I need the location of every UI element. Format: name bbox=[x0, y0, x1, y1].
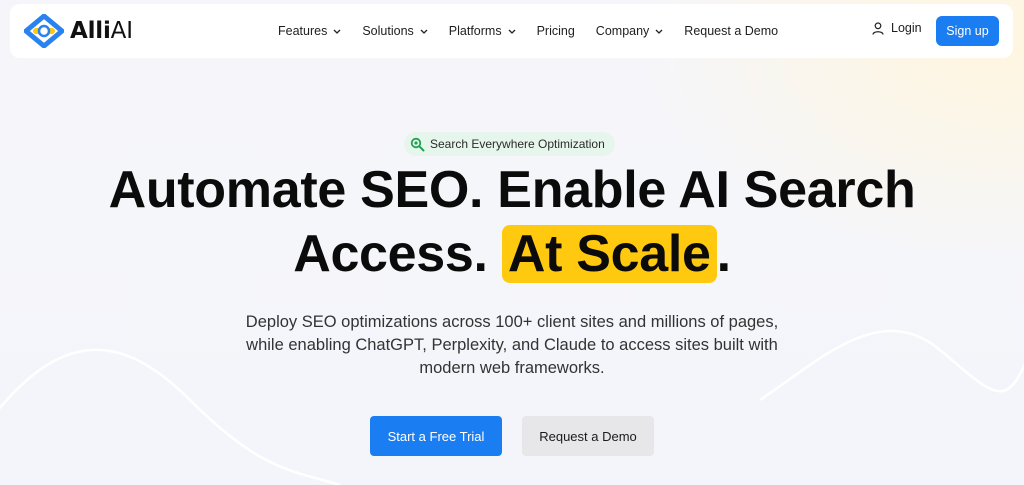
nav-item-features[interactable]: Features bbox=[278, 24, 341, 38]
request-demo-button[interactable]: Request a Demo bbox=[522, 416, 654, 456]
chevron-down-icon bbox=[420, 29, 428, 34]
headline-highlight: At Scale bbox=[501, 225, 717, 283]
main-nav: Features Solutions Platforms Pricing Com… bbox=[278, 4, 799, 58]
hero-badge-text: Search Everywhere Optimization bbox=[430, 137, 605, 151]
chevron-down-icon bbox=[655, 29, 663, 34]
nav-item-platforms[interactable]: Platforms bbox=[449, 24, 516, 38]
nav-item-label: Solutions bbox=[362, 24, 414, 38]
alliai-logo-icon bbox=[24, 14, 64, 48]
headline-line-2-start: Access. bbox=[293, 225, 488, 283]
nav-item-label: Pricing bbox=[536, 24, 575, 38]
headline-line-1: Automate SEO. Enable AI Search bbox=[108, 161, 916, 219]
signup-button[interactable]: Sign up bbox=[936, 16, 999, 46]
hero-badge: Search Everywhere Optimization bbox=[404, 132, 615, 156]
headline-line-2-end: . bbox=[716, 225, 731, 283]
search-magnifier-icon bbox=[410, 137, 425, 151]
nav-item-company[interactable]: Company bbox=[596, 24, 664, 38]
login-label: Login bbox=[891, 21, 922, 35]
chevron-down-icon bbox=[508, 29, 516, 34]
nav-item-label: Request a Demo bbox=[684, 24, 779, 38]
brand-logo[interactable]: AlliAI bbox=[24, 14, 133, 48]
login-link[interactable]: Login bbox=[872, 21, 922, 35]
nav-item-pricing[interactable]: Pricing bbox=[537, 24, 575, 38]
start-free-trial-button[interactable]: Start a Free Trial bbox=[370, 416, 502, 456]
nav-item-label: Company bbox=[595, 24, 650, 38]
hero-subtitle: Deploy SEO optimizations across 100+ cli… bbox=[245, 313, 779, 377]
nav-item-label: Platforms bbox=[448, 24, 502, 38]
nav-item-label: Features bbox=[278, 24, 328, 38]
chevron-down-icon bbox=[333, 29, 341, 34]
nav-item-request-demo[interactable]: Request a Demo bbox=[684, 24, 778, 38]
hero-headline: Automate SEO. Enable AI Search Access. A… bbox=[0, 158, 1024, 286]
brand-name: AlliAI bbox=[70, 18, 133, 44]
user-icon bbox=[872, 21, 884, 35]
nav-item-solutions[interactable]: Solutions bbox=[362, 24, 428, 38]
top-navbar: AlliAI Features Solutions Platforms Pric… bbox=[10, 4, 1013, 58]
